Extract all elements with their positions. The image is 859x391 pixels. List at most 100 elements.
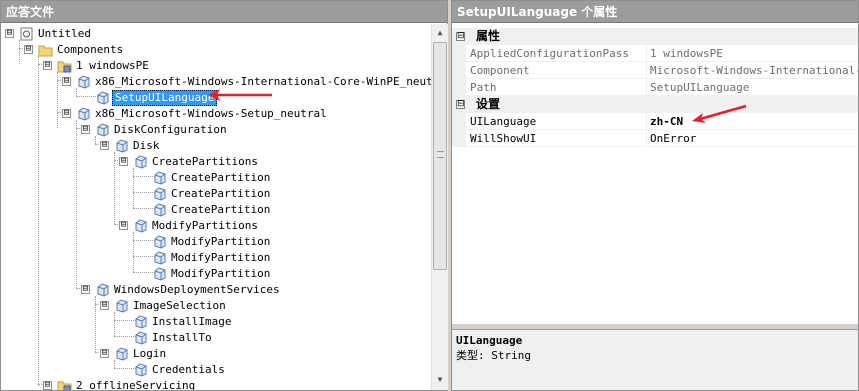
tree-node[interactable]: ⊟ 2 offlineServicing: [1, 378, 431, 390]
property-name: AppliedConfigurationPass: [470, 47, 629, 60]
tree-node[interactable]: ⊟ Disk: [1, 138, 431, 154]
tree-vertical-scrollbar[interactable]: ▲ ▼: [431, 24, 448, 390]
category-properties[interactable]: ⊟ 属性: [452, 28, 858, 45]
pass-icon: [57, 379, 72, 390]
tree-node-label[interactable]: CreatePartitions: [150, 154, 260, 170]
answer-file-pane-title: 应答文件: [1, 1, 447, 23]
tree-node[interactable]: ModifyPartition: [1, 250, 431, 266]
category-settings[interactable]: ⊟ 设置: [452, 96, 858, 113]
tree-node[interactable]: ⊟ Untitled: [1, 26, 431, 42]
folder-icon: [38, 43, 53, 57]
properties-pane: SetupUILanguage 个属性 ⊟ 属性 AppliedConfigur…: [451, 0, 859, 391]
tree-node-label[interactable]: 1 windowsPE: [74, 58, 151, 74]
tree-node-label[interactable]: ModifyPartition: [169, 234, 272, 250]
description-panel: UILanguage 类型: String: [452, 329, 858, 390]
tree-node[interactable]: ⊟ ModifyPartitions: [1, 218, 431, 234]
collapse-icon[interactable]: ⊟: [456, 32, 465, 41]
component-icon: [152, 203, 167, 217]
tree-node-label[interactable]: 2 offlineServicing: [74, 378, 197, 390]
tree-node[interactable]: CreatePartition: [1, 186, 431, 202]
tree-node[interactable]: ⊟ 1 windowsPE: [1, 58, 431, 74]
property-row-component[interactable]: Component Microsoft-Windows-Internationa…: [452, 62, 858, 79]
property-value-input[interactable]: OnError: [650, 130, 858, 147]
component-icon: [152, 267, 167, 281]
properties-pane-title: SetupUILanguage 个属性: [452, 1, 858, 23]
tree-node-label[interactable]: InstallImage: [150, 314, 233, 330]
tree-node-label[interactable]: ImageSelection: [131, 298, 228, 314]
tree-node-label[interactable]: Untitled: [36, 26, 93, 42]
collapse-icon[interactable]: ⊟: [119, 157, 128, 166]
pass-icon: [57, 59, 72, 73]
tree-node[interactable]: ⊟ Components: [1, 42, 431, 58]
tree-node[interactable]: ⊟ CreatePartitions: [1, 154, 431, 170]
tree-node-label[interactable]: Login: [131, 346, 168, 362]
tree-node[interactable]: ⊟ DiskConfiguration: [1, 122, 431, 138]
answer-file-tree[interactable]: ⊟ Untitled ⊟ Components ⊟ 1 windowsPE ⊟ x86_Mic…: [1, 24, 431, 390]
tree-node-label[interactable]: Disk: [131, 138, 162, 154]
component-icon: [95, 123, 110, 137]
collapse-icon[interactable]: ⊟: [43, 61, 52, 70]
property-name: Path: [470, 81, 497, 94]
collapse-icon[interactable]: ⊟: [5, 29, 14, 38]
component-icon: [152, 235, 167, 249]
annotation-arrow-icon: [208, 89, 272, 101]
tree-node[interactable]: ModifyPartition: [1, 234, 431, 250]
collapse-icon[interactable]: ⊟: [62, 109, 71, 118]
collapse-icon[interactable]: ⊟: [100, 301, 109, 310]
collapse-icon[interactable]: ⊟: [62, 77, 71, 86]
tree-node-label[interactable]: CreatePartition: [169, 186, 272, 202]
property-value-input[interactable]: zh-CN: [650, 113, 858, 130]
tree-node-label[interactable]: x86_Microsoft-Windows-Setup_neutral: [93, 106, 329, 122]
collapse-icon[interactable]: ⊟: [100, 349, 109, 358]
tree-node[interactable]: CreatePartition: [1, 202, 431, 218]
tree-node-label[interactable]: Credentials: [150, 362, 227, 378]
scroll-down-icon[interactable]: ▼: [432, 372, 448, 388]
component-icon: [114, 347, 129, 361]
property-grid[interactable]: ⊟ 属性 AppliedConfigurationPass 1 windowsP…: [452, 24, 858, 324]
collapse-icon[interactable]: ⊟: [43, 381, 52, 390]
tree-node[interactable]: ModifyPartition: [1, 266, 431, 282]
collapse-icon[interactable]: ⊟: [81, 125, 90, 134]
component-icon: [133, 155, 148, 169]
tree-node[interactable]: ⊟ ImageSelection: [1, 298, 431, 314]
collapse-icon[interactable]: ⊟: [119, 221, 128, 230]
tree-node-label[interactable]: DiskConfiguration: [112, 122, 229, 138]
collapse-icon[interactable]: ⊟: [456, 100, 465, 109]
tree-node[interactable]: Credentials: [1, 362, 431, 378]
scrollbar-thumb[interactable]: [433, 42, 447, 270]
property-value: SetupUILanguage: [650, 81, 750, 94]
component-icon: [133, 315, 148, 329]
tree-node[interactable]: InstallTo: [1, 330, 431, 346]
property-row-applied-configuration-pass[interactable]: AppliedConfigurationPass 1 windowsPE: [452, 45, 858, 62]
component-icon: [152, 171, 167, 185]
property-row-ui-language[interactable]: UILanguage zh-CN: [452, 113, 858, 130]
collapse-icon[interactable]: ⊟: [24, 45, 33, 54]
component-icon: [133, 331, 148, 345]
tree-node-label[interactable]: CreatePartition: [169, 170, 272, 186]
description-text: 类型: String: [456, 349, 531, 362]
component-icon: [95, 91, 110, 105]
property-name: UILanguage: [470, 115, 537, 128]
tree-node[interactable]: ⊟ x86_Microsoft-Windows-Setup_neutral: [1, 106, 431, 122]
tree-node[interactable]: ⊟ WindowsDeploymentServices: [1, 282, 431, 298]
tree-node-label[interactable]: SetupUILanguage: [112, 90, 218, 106]
collapse-icon[interactable]: ⊟: [81, 285, 90, 294]
collapse-icon[interactable]: ⊟: [100, 141, 109, 150]
tree-node-label[interactable]: ModifyPartition: [169, 266, 272, 282]
component-icon: [95, 283, 110, 297]
tree-node[interactable]: InstallImage: [1, 314, 431, 330]
property-row-will-show-ui[interactable]: WillShowUI OnError: [452, 130, 858, 147]
tree-node-label[interactable]: Components: [55, 42, 125, 58]
tree-node-label[interactable]: WindowsDeploymentServices: [112, 282, 282, 298]
property-row-path[interactable]: Path SetupUILanguage: [452, 79, 858, 96]
tree-node-label[interactable]: ModifyPartition: [169, 250, 272, 266]
tree-node[interactable]: ⊟ Login: [1, 346, 431, 362]
tree-node-label[interactable]: CreatePartition: [169, 202, 272, 218]
component-icon: [133, 363, 148, 377]
category-label: 设置: [476, 97, 501, 111]
tree-node-label[interactable]: InstallTo: [150, 330, 214, 346]
annotation-arrow-icon: [692, 104, 747, 123]
tree-node[interactable]: CreatePartition: [1, 170, 431, 186]
scroll-up-icon[interactable]: ▲: [432, 25, 448, 41]
tree-node-label[interactable]: ModifyPartitions: [150, 218, 260, 234]
